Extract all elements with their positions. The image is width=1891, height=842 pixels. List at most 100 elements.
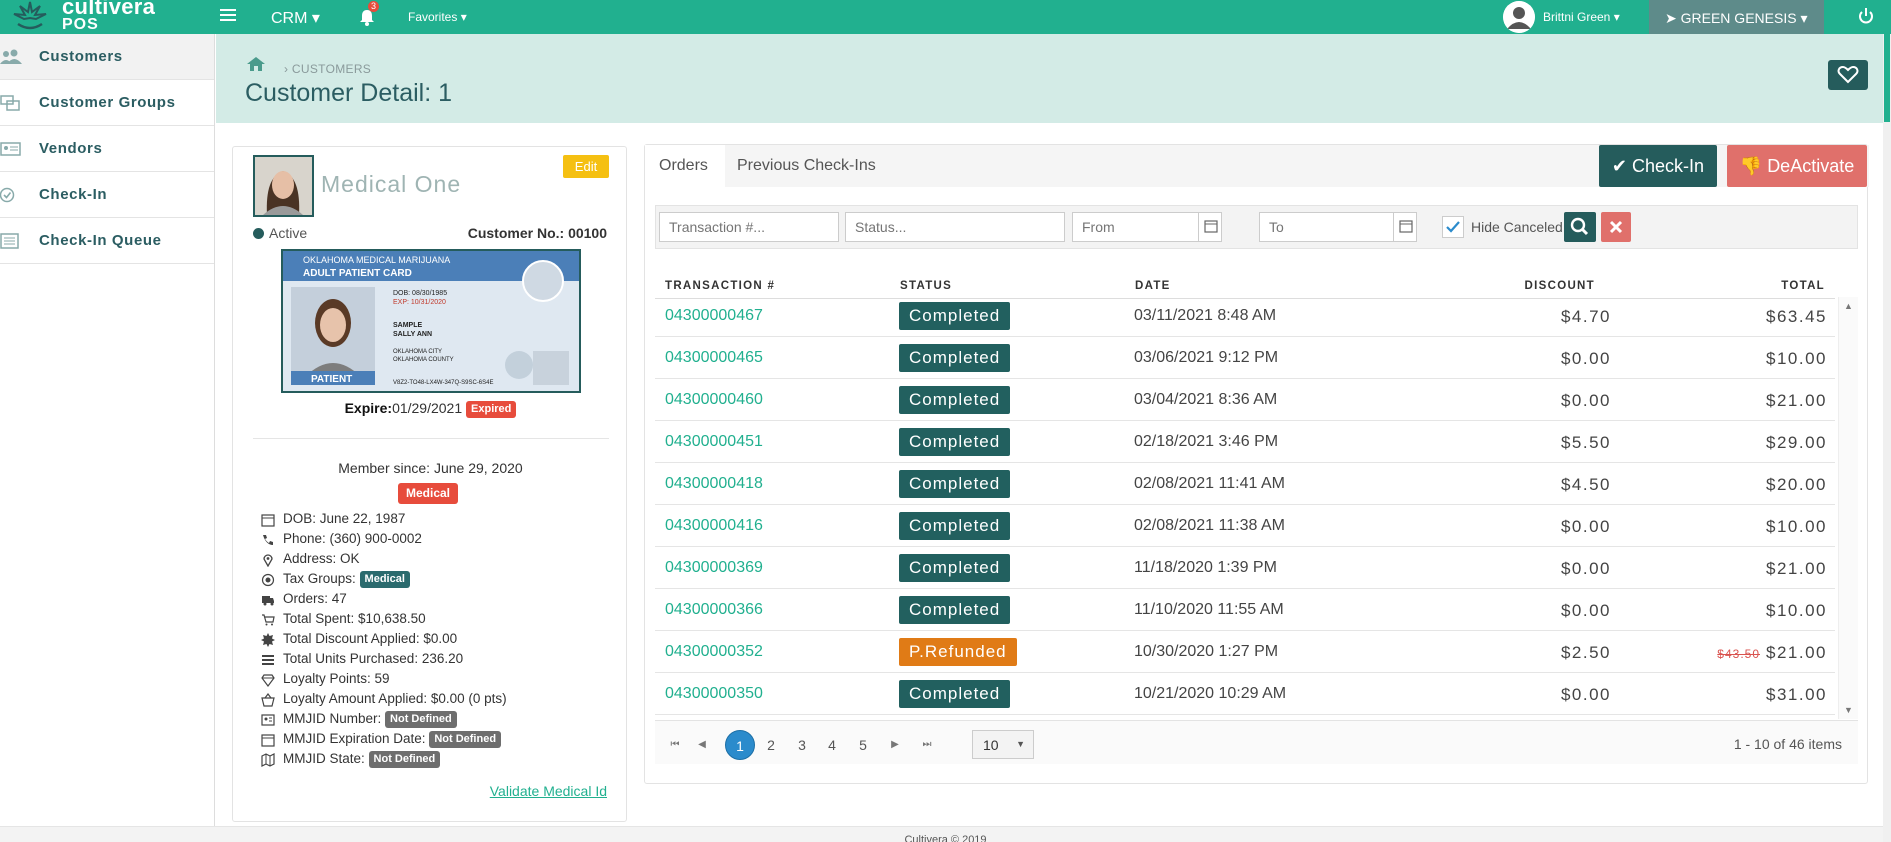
table-row[interactable]: 04300000352 P.Refunded 10/30/2020 1:27 PM $… bbox=[655, 631, 1835, 673]
table-scrollbar[interactable]: ▲ ▼ bbox=[1838, 297, 1858, 719]
scrollbar-thumb[interactable] bbox=[1884, 34, 1890, 122]
clear-filters-button[interactable] bbox=[1601, 212, 1631, 242]
cart-icon bbox=[262, 614, 275, 626]
table-row[interactable]: 04300000418 Completed 02/08/2021 11:41 AM $… bbox=[655, 463, 1835, 505]
transaction-search-input[interactable] bbox=[659, 212, 839, 242]
tab-bar: Orders Previous Check-Ins ✔ Check-In 👎 D… bbox=[645, 145, 1869, 187]
page-2-button[interactable]: 2 bbox=[756, 730, 786, 760]
page-title: Customer Detail: 1 bbox=[245, 79, 453, 107]
page-scrollbar[interactable] bbox=[1883, 34, 1891, 842]
column-header-status[interactable]: STATUS bbox=[900, 280, 952, 292]
table-row[interactable]: 04300000350 Completed 10/21/2020 10:29 AM $… bbox=[655, 673, 1835, 715]
order-date: 11/10/2020 11:55 AM bbox=[1134, 601, 1284, 618]
favorites-dropdown[interactable]: Favorites ▾ bbox=[408, 10, 467, 24]
home-icon[interactable] bbox=[246, 56, 266, 72]
order-date: 03/06/2021 9:12 PM bbox=[1134, 349, 1279, 366]
table-row[interactable]: 04300000460 Completed 03/04/2021 8:36 AM $0… bbox=[655, 379, 1835, 421]
deactivate-button[interactable]: 👎 DeActivate bbox=[1727, 145, 1867, 187]
from-calendar-button[interactable] bbox=[1198, 212, 1222, 242]
order-total: $10.00 bbox=[1766, 349, 1827, 368]
order-date: 02/08/2021 11:38 AM bbox=[1134, 517, 1285, 534]
dob-row: DOB: June 22, 1987 bbox=[261, 510, 621, 530]
column-header-transaction[interactable]: TRANSACTION # bbox=[665, 280, 775, 292]
breadcrumb[interactable]: › CUSTOMERS bbox=[284, 62, 371, 76]
tab-previous-check-ins[interactable]: Previous Check-Ins bbox=[737, 145, 897, 187]
table-row[interactable]: 04300000467 Completed 03/11/2021 8:48 AM $4… bbox=[655, 295, 1835, 337]
status-filter-input[interactable] bbox=[845, 212, 1065, 242]
calendar-icon bbox=[261, 734, 275, 747]
customer-number: Customer No.: 00100 bbox=[468, 225, 607, 241]
transaction-link[interactable]: 04300000451 bbox=[665, 433, 763, 451]
column-header-discount[interactable]: DISCOUNT bbox=[1525, 280, 1595, 292]
transaction-link[interactable]: 04300000416 bbox=[665, 517, 763, 535]
store-selector[interactable]: ➤ GREEN GENESIS ▾ bbox=[1649, 0, 1824, 34]
last-page-icon[interactable]: ⏭ bbox=[912, 730, 942, 760]
users-icon bbox=[0, 49, 22, 64]
transaction-link[interactable]: 04300000366 bbox=[665, 601, 763, 619]
sidebar-item-customer-groups[interactable]: Customer Groups bbox=[0, 80, 214, 126]
column-header-date[interactable]: DATE bbox=[1135, 280, 1171, 292]
table-row[interactable]: 04300000366 Completed 11/10/2020 11:55 AM $… bbox=[655, 589, 1835, 631]
address: Address: OK bbox=[283, 551, 360, 566]
page-4-button[interactable]: 4 bbox=[817, 730, 847, 760]
menu-toggle-icon[interactable] bbox=[220, 9, 236, 23]
sidebar-item-vendors[interactable]: Vendors bbox=[0, 126, 214, 172]
id-card-dob: DOB: 08/30/1985 bbox=[393, 290, 447, 297]
order-discount: $0.00 bbox=[1560, 559, 1611, 578]
power-button[interactable] bbox=[1840, 0, 1891, 34]
order-total-cell: $10.00 bbox=[1766, 349, 1827, 369]
transaction-link[interactable]: 04300000460 bbox=[665, 391, 763, 409]
check-in-button[interactable]: ✔ Check-In bbox=[1599, 145, 1717, 187]
page-3-button[interactable]: 3 bbox=[787, 730, 817, 760]
first-page-icon[interactable]: ⏮ bbox=[660, 730, 690, 760]
edit-button[interactable]: Edit bbox=[563, 155, 609, 178]
transaction-link[interactable]: 04300000467 bbox=[665, 307, 763, 325]
transaction-link[interactable]: 04300000369 bbox=[665, 559, 763, 577]
medical-id-card-image[interactable]: OKLAHOMA MEDICAL MARIJUANA ADULT PATIENT… bbox=[281, 249, 581, 393]
order-discount: $0.00 bbox=[1560, 517, 1611, 536]
page-size-select[interactable]: 10 ▼ bbox=[972, 730, 1034, 759]
sidebar-item-check-in[interactable]: Check-In bbox=[0, 172, 214, 218]
id-card-patient-id: V8Z2-TO48-LX4W-347Q-S9SC-6S4E bbox=[393, 380, 494, 386]
power-icon bbox=[1858, 8, 1873, 24]
mmjid-state-label: MMJID State: bbox=[283, 751, 365, 767]
table-row[interactable]: 04300000451 Completed 02/18/2021 3:46 PM $5… bbox=[655, 421, 1835, 463]
to-calendar-button[interactable] bbox=[1393, 212, 1417, 242]
transaction-link[interactable]: 04300000352 bbox=[665, 643, 763, 661]
hide-canceled-checkbox[interactable] bbox=[1442, 216, 1464, 238]
pagination: ⏮ ◀ 1 2 3 4 5 ▶ ⏭ 10 ▼ 1 - 10 of 46 item… bbox=[655, 720, 1858, 764]
tab-orders[interactable]: Orders bbox=[645, 145, 725, 187]
scroll-down-icon[interactable]: ▼ bbox=[1844, 705, 1853, 715]
order-total: $21.00 bbox=[1766, 559, 1827, 578]
search-button[interactable] bbox=[1564, 212, 1596, 242]
orders-table-header: TRANSACTION # STATUS DATE DISCOUNT TOTAL bbox=[655, 265, 1835, 299]
cultivera-logo[interactable]: cultivera POS bbox=[10, 0, 180, 36]
transaction-link[interactable]: 04300000350 bbox=[665, 685, 763, 703]
id-card-county: OKLAHOMA COUNTY bbox=[393, 357, 454, 363]
table-row[interactable]: 04300000369 Completed 11/18/2020 1:39 PM $0… bbox=[655, 547, 1835, 589]
transaction-link[interactable]: 04300000465 bbox=[665, 349, 763, 367]
validate-medical-id-link[interactable]: Validate Medical Id bbox=[490, 783, 607, 799]
sidebar-item-check-in-queue[interactable]: Check-In Queue bbox=[0, 218, 214, 264]
transaction-link[interactable]: 04300000418 bbox=[665, 475, 763, 493]
order-total-cell: $43.50 $21.00 bbox=[1717, 643, 1827, 663]
add-favorite-button[interactable] bbox=[1828, 60, 1868, 90]
scroll-up-icon[interactable]: ▲ bbox=[1844, 301, 1853, 311]
status-badge: Completed bbox=[899, 302, 1011, 330]
page-5-button[interactable]: 5 bbox=[848, 730, 878, 760]
next-page-icon[interactable]: ▶ bbox=[880, 730, 910, 760]
hide-canceled-label: Hide Canceled bbox=[1471, 219, 1563, 235]
table-row[interactable]: 04300000416 Completed 02/08/2021 11:38 AM $… bbox=[655, 505, 1835, 547]
column-header-total[interactable]: TOTAL bbox=[1781, 280, 1825, 292]
sidebar: Customers Customer Groups Vendors Check-… bbox=[0, 34, 215, 842]
module-dropdown[interactable]: CRM ▾ bbox=[271, 8, 320, 28]
previous-page-icon[interactable]: ◀ bbox=[687, 730, 717, 760]
expire-date: 01/29/2021 bbox=[392, 400, 463, 416]
order-discount: $0.00 bbox=[1560, 391, 1611, 410]
id-card-city: OKLAHOMA CITY bbox=[393, 349, 442, 355]
order-total: $21.00 bbox=[1766, 391, 1827, 410]
sidebar-item-customers[interactable]: Customers bbox=[0, 34, 214, 80]
order-date: 03/04/2021 8:36 AM bbox=[1134, 391, 1278, 408]
page-1-button[interactable]: 1 bbox=[725, 730, 755, 760]
table-row[interactable]: 04300000465 Completed 03/06/2021 9:12 PM $0… bbox=[655, 337, 1835, 379]
